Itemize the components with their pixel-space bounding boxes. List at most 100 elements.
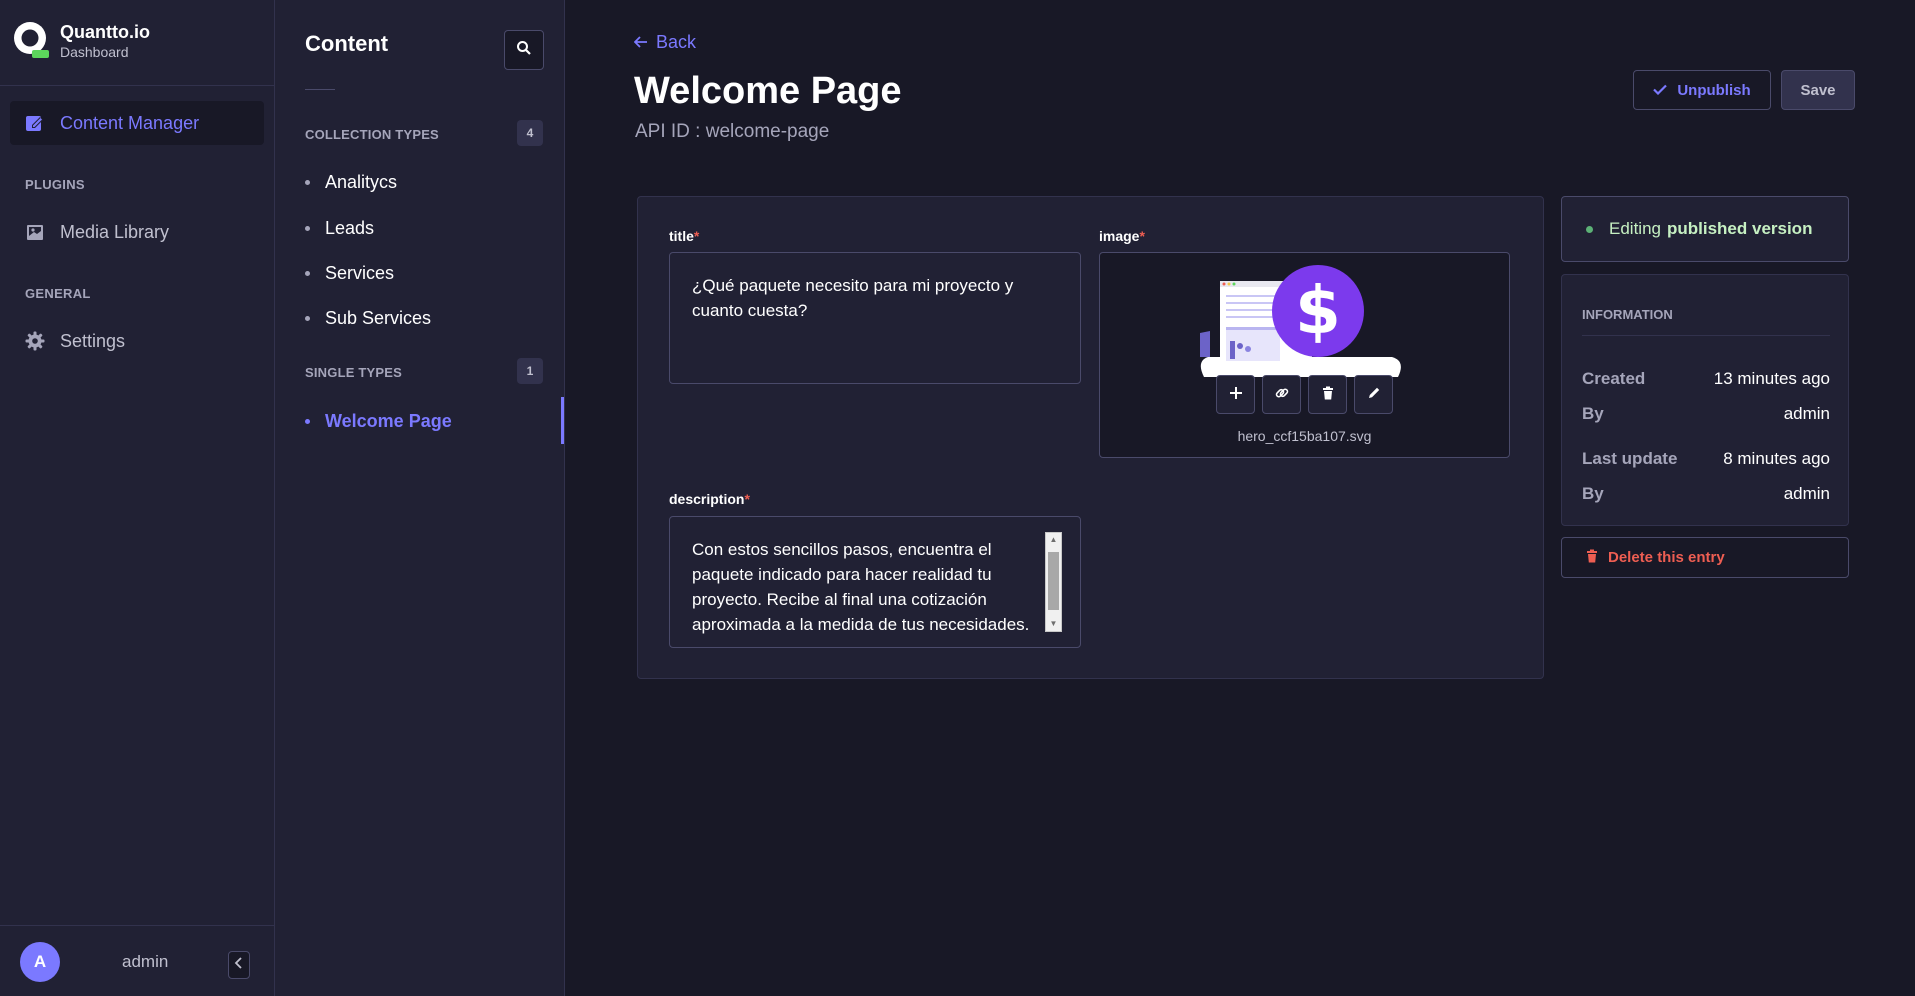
created-by-row: By admin <box>1582 404 1830 424</box>
add-image-button[interactable] <box>1216 375 1255 414</box>
subnav-item-label: Welcome Page <box>325 411 452 431</box>
pencil-icon <box>1367 384 1381 405</box>
arrow-left-icon <box>633 33 648 53</box>
bullet-icon <box>305 419 310 424</box>
delete-label: Delete this entry <box>1608 549 1725 566</box>
label-text: title <box>669 228 694 244</box>
nav-divider <box>0 925 274 926</box>
search-button[interactable] <box>504 30 544 70</box>
collapse-nav-button[interactable] <box>228 951 250 979</box>
api-id: API ID : welcome-page <box>635 121 830 142</box>
nav-section-general: GENERAL <box>25 286 91 301</box>
page-title: Welcome Page <box>634 70 902 112</box>
nav-item-media-library[interactable]: Media Library <box>10 210 264 254</box>
pencil-square-icon <box>24 112 46 134</box>
content-subnav: Content COLLECTION TYPES 4 Analitycs Lea… <box>275 0 565 996</box>
label-text: description <box>669 491 745 507</box>
unpublish-button[interactable]: Unpublish <box>1633 70 1771 110</box>
last-update-label: Last update <box>1582 449 1678 468</box>
nav-divider <box>0 85 274 86</box>
subnav-item-label: Services <box>325 263 395 283</box>
bullet-icon <box>305 271 310 276</box>
updated-by-value: admin <box>1783 484 1830 503</box>
scrollbar-thumb[interactable] <box>1048 552 1059 610</box>
required-mark: * <box>1139 228 1145 244</box>
created-value: 13 minutes ago <box>1713 369 1830 388</box>
image-gallery-icon <box>24 221 46 243</box>
required-mark: * <box>744 491 750 507</box>
nav-item-settings[interactable]: Settings <box>10 319 264 363</box>
nav-item-label: Settings <box>60 330 126 351</box>
link-icon <box>1275 384 1289 405</box>
subnav-item-services[interactable]: Services <box>305 263 394 284</box>
title-field-label: title* <box>669 228 699 244</box>
scroll-down-icon[interactable]: ▼ <box>1048 618 1059 630</box>
delete-entry-button[interactable]: Delete this entry <box>1561 537 1849 578</box>
copy-link-button[interactable] <box>1262 375 1301 414</box>
status-badge: Editing published version <box>1561 196 1849 262</box>
subnav-item-sub-services[interactable]: Sub Services <box>305 308 431 329</box>
image-toolbar <box>1216 375 1393 414</box>
collection-types-heading: COLLECTION TYPES <box>305 127 439 142</box>
by-label: By <box>1582 404 1604 423</box>
description-field-label: description* <box>669 491 750 507</box>
subnav-item-label: Leads <box>325 218 375 238</box>
created-by-value: admin <box>1783 404 1830 423</box>
scrollbar[interactable]: ▲ ▼ <box>1045 532 1062 632</box>
gear-icon <box>24 330 46 352</box>
created-row: Created 13 minutes ago <box>1582 369 1830 389</box>
plus-icon <box>1229 384 1243 405</box>
last-update-row: Last update 8 minutes ago <box>1582 449 1830 469</box>
created-label: Created <box>1582 369 1646 388</box>
image-upload[interactable]: $ hero_ccf15ba107.svg <box>1099 252 1510 458</box>
image-filename: hero_ccf15ba107.svg <box>1237 428 1372 444</box>
subnav-item-label: Sub Services <box>325 308 432 328</box>
description-textarea[interactable]: Con estos sencillos pasos, encuentra el … <box>669 516 1081 648</box>
subnav-item-leads[interactable]: Leads <box>305 218 374 239</box>
title-input[interactable]: ¿Qué paquete necesito para mi proyecto y… <box>669 252 1081 384</box>
back-link[interactable]: Back <box>633 32 697 53</box>
nav-item-label: Media Library <box>60 221 170 242</box>
quantto-logo-icon <box>10 20 50 62</box>
image-field-label: image* <box>1099 228 1145 244</box>
subnav-item-label: Analitycs <box>325 172 398 192</box>
status-strong: published version <box>1666 219 1813 238</box>
nav-item-content-manager[interactable]: Content Manager <box>10 101 264 145</box>
trash-icon <box>1322 384 1334 405</box>
edit-image-button[interactable] <box>1354 375 1393 414</box>
status-dot-icon <box>1586 225 1593 233</box>
subnav-item-welcome-page[interactable]: Welcome Page <box>305 411 452 432</box>
single-types-heading: SINGLE TYPES <box>305 365 403 380</box>
svg-text:$: $ <box>1295 272 1341 349</box>
required-mark: * <box>693 228 700 244</box>
active-indicator <box>561 397 564 444</box>
status-prefix: Editing <box>1609 219 1661 238</box>
subnav-title: Content <box>305 31 389 56</box>
scroll-up-icon[interactable]: ▲ <box>1048 534 1059 546</box>
bullet-icon <box>305 226 310 231</box>
updated-by-row: By admin <box>1582 484 1830 504</box>
divider <box>305 89 335 90</box>
avatar[interactable]: A <box>20 942 60 982</box>
label-text: image <box>1099 228 1140 244</box>
nav-section-plugins: PLUGINS <box>25 177 85 192</box>
save-button[interactable]: Save <box>1781 70 1855 110</box>
by-label: By <box>1582 484 1604 503</box>
bullet-icon <box>305 316 310 321</box>
back-label: Back <box>656 32 697 52</box>
bullet-icon <box>305 180 310 185</box>
trash-icon <box>1586 549 1598 567</box>
check-icon <box>1653 82 1668 99</box>
single-types-count: 1 <box>517 358 543 384</box>
divider <box>1582 335 1830 336</box>
brand[interactable]: Quantto.io Dashboard <box>10 20 150 62</box>
unpublish-label: Unpublish <box>1677 81 1751 99</box>
delete-image-button[interactable] <box>1308 375 1347 414</box>
hero-preview-image: $ <box>1200 265 1401 377</box>
last-update-value: 8 minutes ago <box>1723 449 1830 468</box>
search-icon <box>516 40 532 61</box>
user-name[interactable]: admin <box>122 952 168 972</box>
information-panel: INFORMATION Created 13 minutes ago By ad… <box>1561 274 1849 526</box>
description-text: Con estos sencillos pasos, encuentra el … <box>692 540 1030 634</box>
subnav-item-analitycs[interactable]: Analitycs <box>305 172 397 193</box>
